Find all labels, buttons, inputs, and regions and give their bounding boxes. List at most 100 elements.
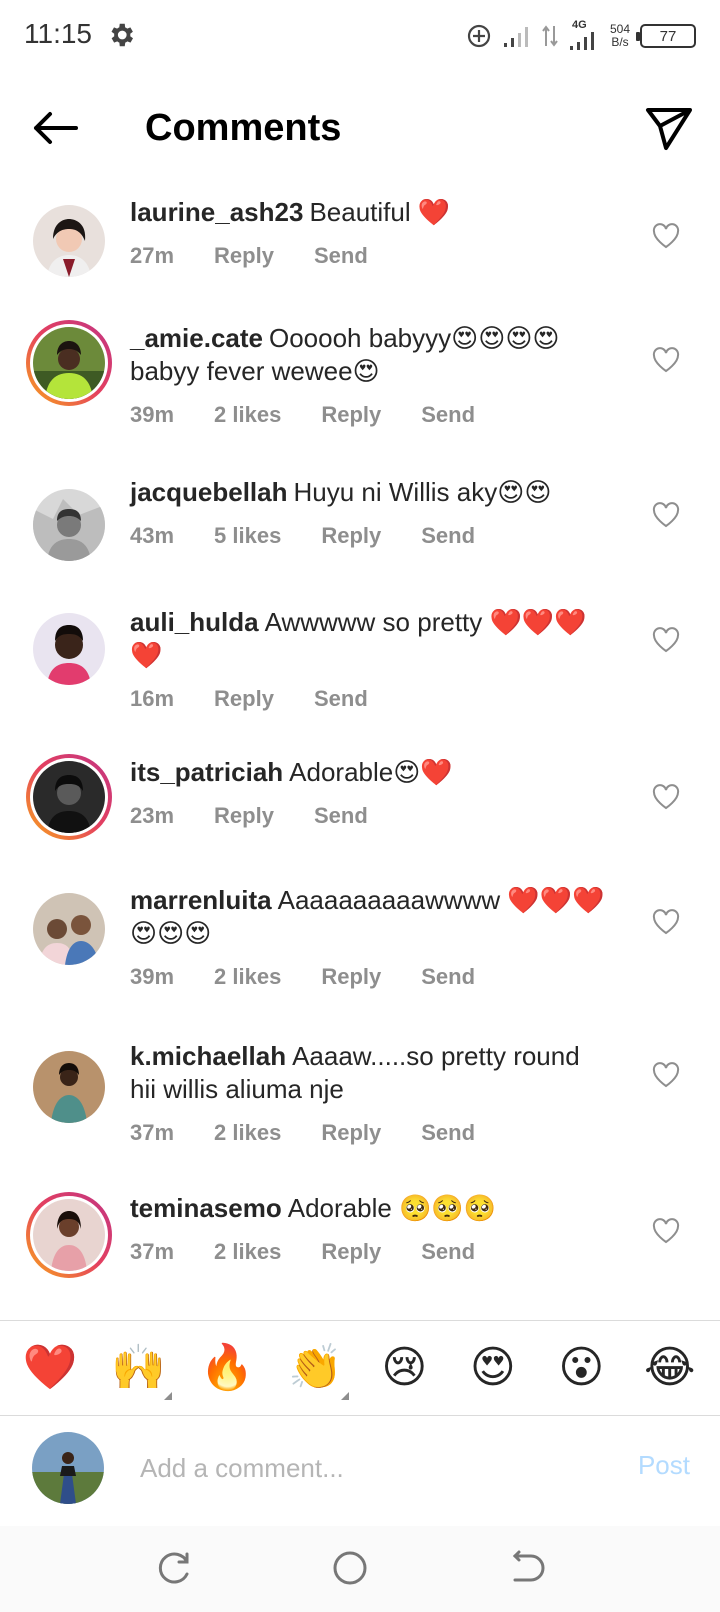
battery-level: 77 — [659, 27, 677, 45]
comment-item: laurine_ash23 Beautiful ❤️ 27m Reply Send — [0, 190, 720, 310]
comment-username[interactable]: its_patriciah — [130, 757, 283, 787]
avatar-image — [33, 1051, 105, 1123]
comment-item: jacquebellah Huyu ni Willis aky😍😍 43m 5 l… — [0, 476, 720, 596]
reply-button[interactable]: Reply — [321, 1235, 381, 1268]
comment-time: 37m — [130, 1120, 175, 1145]
avatar[interactable] — [26, 198, 112, 284]
battery-icon: 77 — [636, 24, 696, 48]
settings-gear-icon — [111, 23, 133, 47]
recent-apps-icon[interactable] — [155, 1548, 195, 1588]
heart-icon[interactable] — [652, 223, 680, 249]
page-title: Comments — [145, 107, 342, 149]
status-bar: 11:15 4G 504 B/s 77 — [0, 0, 720, 72]
emoji-raised-hands-button[interactable]: 🙌 — [104, 1342, 174, 1400]
reply-button[interactable]: Reply — [214, 799, 274, 832]
emoji-laughing-button[interactable]: 😂 — [635, 1342, 705, 1394]
likes-count[interactable]: 5 likes — [214, 519, 281, 552]
heart-icon[interactable] — [652, 502, 680, 528]
comment-meta: 16m Reply Send — [130, 682, 610, 715]
comment-item: its_patriciah Adorable😍❤️ 23m Reply Send — [0, 754, 720, 874]
avatar[interactable] — [26, 886, 112, 972]
emoji-heart-eyes-button[interactable]: 😍 — [458, 1342, 528, 1394]
likes-count[interactable]: 2 likes — [214, 1116, 281, 1149]
status-time: 11:15 — [24, 18, 92, 49]
avatar[interactable] — [26, 482, 112, 568]
avatar-image — [33, 489, 105, 561]
emoji-heart-button[interactable]: ❤️ — [15, 1342, 85, 1394]
comment-username[interactable]: jacquebellah — [130, 477, 288, 507]
reply-button[interactable]: Reply — [321, 398, 381, 431]
back-nav-icon[interactable] — [505, 1548, 545, 1588]
avatar[interactable] — [26, 1044, 112, 1130]
avatar-story-ring[interactable] — [26, 320, 112, 406]
heart-icon[interactable] — [652, 1062, 680, 1088]
likes-count[interactable]: 2 likes — [214, 960, 281, 993]
heart-icon[interactable] — [652, 347, 680, 373]
comment-body: marrenluita Aaaaaaaaaawwww ❤️❤️❤️😍😍😍 39m … — [130, 884, 610, 993]
avatar — [30, 324, 108, 402]
avatar — [30, 758, 108, 836]
comment-body: k.michaellah Aaaaw.....so pretty round hi… — [130, 1040, 610, 1149]
direct-message-icon[interactable] — [642, 102, 694, 154]
avatar-story-ring[interactable] — [26, 754, 112, 840]
comment-body: auli_hulda Awwwww so pretty ❤️❤️❤️❤️ 16m … — [130, 606, 610, 715]
heart-icon[interactable] — [652, 909, 680, 935]
data-saver-icon — [467, 24, 491, 48]
emoji-clap-button[interactable]: 👏 — [281, 1342, 351, 1400]
comment-input[interactable] — [140, 1446, 580, 1490]
comment-meta: 39m 2 likes Reply Send — [130, 960, 610, 993]
current-user-avatar — [32, 1432, 104, 1504]
comment-meta: 43m 5 likes Reply Send — [130, 519, 610, 552]
send-button[interactable]: Send — [314, 239, 368, 272]
send-button[interactable]: Send — [421, 398, 475, 431]
send-button[interactable]: Send — [421, 1235, 475, 1268]
comment-text: Adorable😍❤️ — [289, 757, 453, 787]
comment-meta: 37m 2 likes Reply Send — [130, 1116, 610, 1149]
send-button[interactable]: Send — [421, 519, 475, 552]
reply-button[interactable]: Reply — [214, 682, 274, 715]
comment-meta: 39m 2 likes Reply Send — [130, 398, 610, 431]
reply-button[interactable]: Reply — [214, 239, 274, 272]
avatar-story-ring[interactable] — [26, 1192, 112, 1278]
comment-username[interactable]: teminasemo — [130, 1193, 282, 1223]
emoji-raised-hands-glyph: 🙌 — [111, 1343, 167, 1392]
heart-icon[interactable] — [652, 784, 680, 810]
send-button[interactable]: Send — [421, 1116, 475, 1149]
home-icon[interactable] — [330, 1548, 370, 1588]
emoji-quick-bar: ❤️ 🙌 🔥 👏 😢 😍 😮 😂 — [0, 1320, 720, 1416]
comment-username[interactable]: laurine_ash23 — [130, 197, 303, 227]
network-speed-unit: B/s — [611, 35, 629, 49]
comment-body: teminasemo Adorable 🥺🥺🥺 37m 2 likes Reply… — [130, 1192, 610, 1268]
heart-icon[interactable] — [652, 627, 680, 653]
heart-icon[interactable] — [652, 1218, 680, 1244]
likes-count[interactable]: 2 likes — [214, 398, 281, 431]
emoji-crying-button[interactable]: 😢 — [369, 1342, 439, 1394]
comment-username[interactable]: k.michaellah — [130, 1041, 286, 1071]
send-button[interactable]: Send — [421, 960, 475, 993]
comment-body: laurine_ash23 Beautiful ❤️ 27m Reply Send — [130, 196, 610, 272]
back-arrow-icon[interactable] — [28, 104, 84, 152]
post-button[interactable]: Post — [638, 1450, 690, 1481]
reply-button[interactable]: Reply — [321, 960, 381, 993]
emoji-surprised-button[interactable]: 😮 — [546, 1342, 616, 1394]
comment-username[interactable]: _amie.cate — [130, 323, 263, 353]
send-button[interactable]: Send — [314, 682, 368, 715]
likes-count[interactable]: 2 likes — [214, 1235, 281, 1268]
comment-username[interactable]: auli_hulda — [130, 607, 259, 637]
skin-tone-indicator-icon — [340, 1392, 349, 1400]
comment-time: 27m — [130, 243, 175, 268]
avatar[interactable] — [26, 606, 112, 692]
emoji-fire-button[interactable]: 🔥 — [192, 1342, 262, 1394]
comment-body: _amie.cate Oooooh babyyy😍😍😍😍 babyy fever … — [130, 322, 610, 431]
comment-username[interactable]: marrenluita — [130, 885, 272, 915]
header: Comments — [0, 80, 720, 176]
reply-button[interactable]: Reply — [321, 519, 381, 552]
send-button[interactable]: Send — [314, 799, 368, 832]
reply-button[interactable]: Reply — [321, 1116, 381, 1149]
mobile-network: 4G — [568, 19, 600, 51]
signal-bars-icon — [503, 27, 528, 47]
comment-time: 39m — [130, 964, 175, 989]
comment-time: 37m — [130, 1239, 175, 1264]
comment-item: teminasemo Adorable 🥺🥺🥺 37m 2 likes Reply… — [0, 1190, 720, 1320]
comment-list[interactable]: laurine_ash23 Beautiful ❤️ 27m Reply Send — [0, 190, 720, 1320]
